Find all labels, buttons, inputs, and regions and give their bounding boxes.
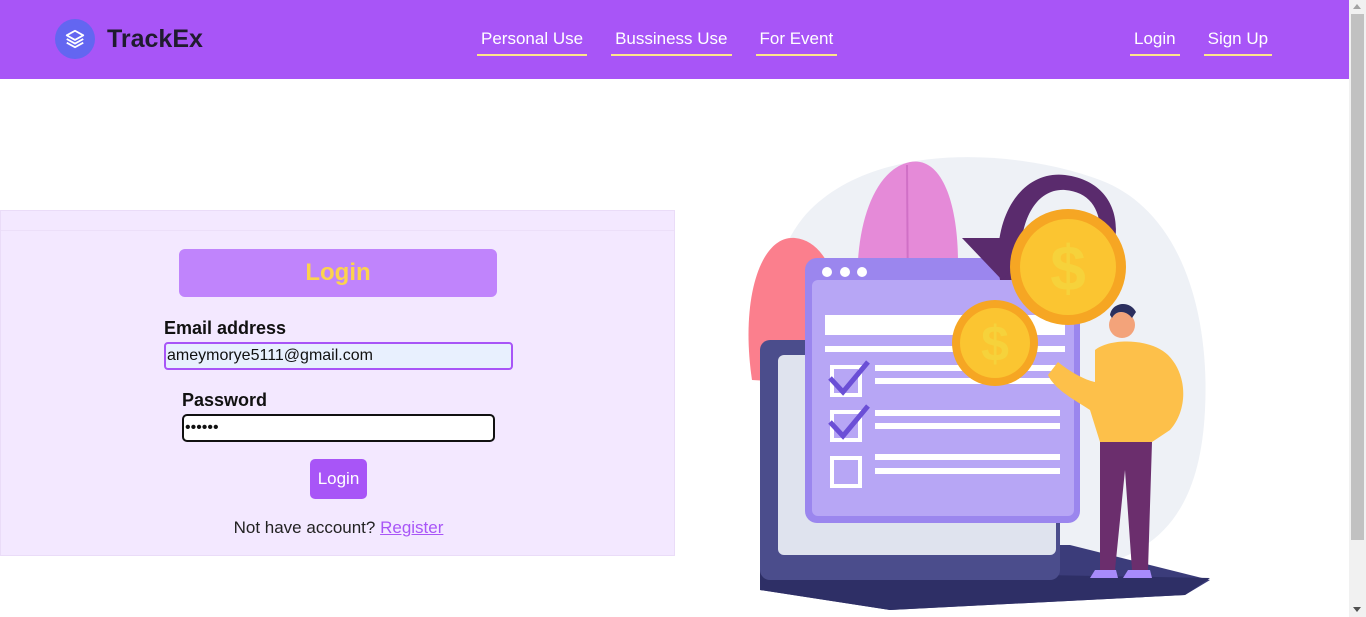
finance-checklist-illustration: $ $ — [740, 150, 1215, 612]
nav-business-use[interactable]: Bussiness Use — [611, 29, 732, 56]
stack-layers-icon — [55, 19, 95, 59]
top-navbar: TrackEx Personal Use Bussiness Use For E… — [0, 0, 1349, 79]
vertical-scrollbar[interactable] — [1349, 0, 1366, 617]
auth-nav: Login Sign Up — [1130, 29, 1273, 56]
login-submit-button[interactable]: Login — [310, 459, 367, 499]
email-label: Email address — [164, 318, 287, 338]
brand-name: TrackEx — [107, 24, 203, 53]
password-label: Password — [182, 390, 268, 410]
scroll-up-icon[interactable] — [1353, 4, 1361, 9]
brand[interactable]: TrackEx — [55, 19, 203, 59]
scroll-down-icon[interactable] — [1353, 607, 1361, 612]
svg-text:$: $ — [981, 316, 1009, 372]
nav-login[interactable]: Login — [1130, 29, 1180, 56]
nav-personal-use[interactable]: Personal Use — [477, 29, 588, 56]
email-field[interactable] — [164, 342, 513, 370]
login-title: Login — [305, 259, 371, 286]
nav-for-event[interactable]: For Event — [755, 29, 838, 56]
login-title-box: Login — [179, 249, 497, 297]
nav-sign-up[interactable]: Sign Up — [1203, 29, 1273, 56]
register-prompt: Not have account? Register — [1, 518, 676, 538]
svg-text:$: $ — [1050, 232, 1086, 304]
main-nav: Personal Use Bussiness Use For Event — [477, 29, 838, 56]
no-account-text: Not have account? — [233, 518, 376, 537]
register-link[interactable]: Register — [380, 518, 443, 537]
panel-header-band — [1, 211, 674, 231]
login-panel: Login Email address Password Login Not h… — [0, 210, 675, 556]
scrollbar-thumb[interactable] — [1351, 14, 1364, 540]
page: TrackEx Personal Use Bussiness Use For E… — [0, 0, 1349, 617]
password-field[interactable] — [182, 414, 495, 442]
